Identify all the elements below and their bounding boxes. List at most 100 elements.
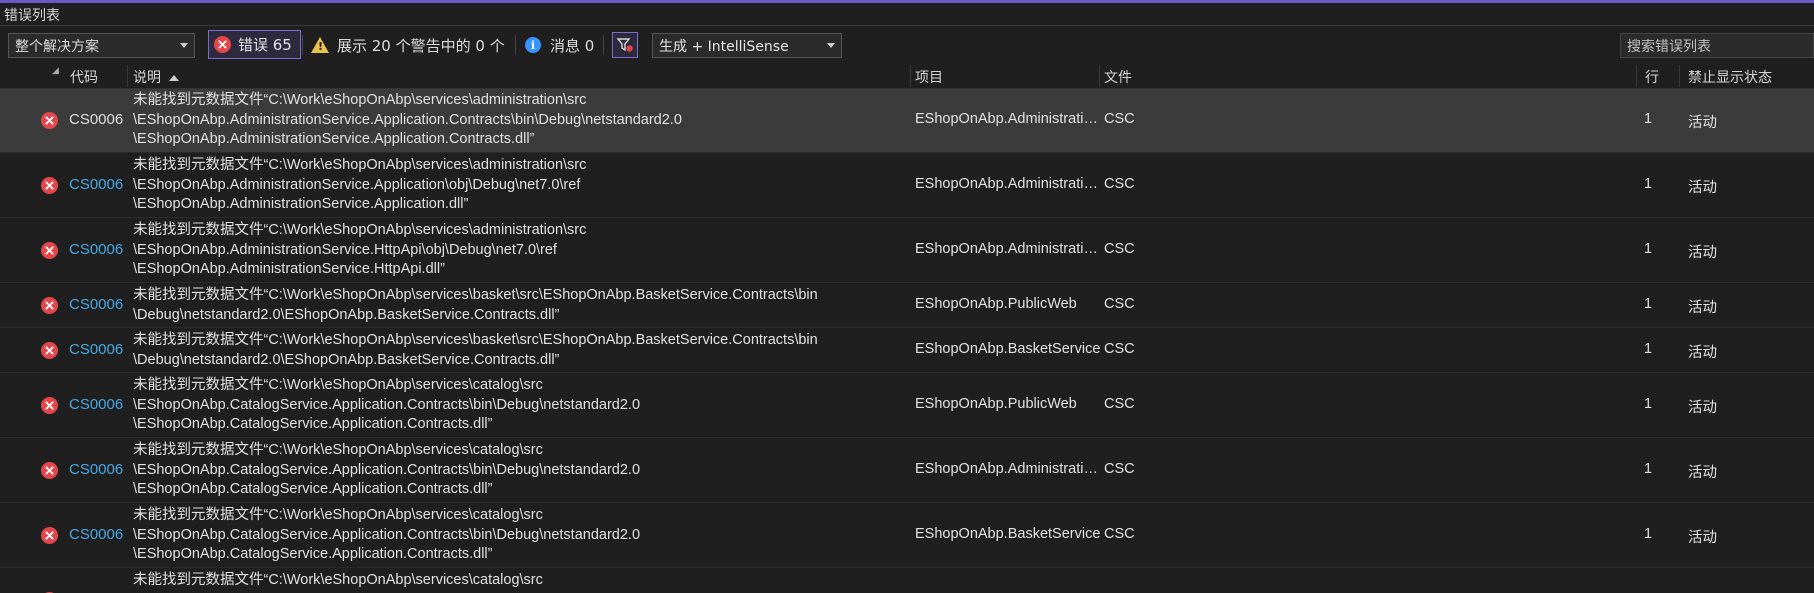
suppression-state: 活动: [1688, 345, 1717, 361]
table-row[interactable]: CS0006 未能找到元数据文件“C:\Work\eShopOnAbp\serv…: [0, 89, 1814, 153]
chevron-down-icon: [827, 43, 835, 48]
error-project: EShopOnAbp.PublicWeb: [915, 396, 1077, 412]
error-table-body: CS0006 未能找到元数据文件“C:\Work\eShopOnAbp\serv…: [0, 89, 1814, 593]
errors-filter-button[interactable]: 错误 65: [208, 30, 301, 59]
error-code[interactable]: CS0006: [69, 526, 123, 543]
sort-ascending-icon: [169, 75, 179, 81]
error-icon: [214, 36, 231, 53]
error-file: CSC: [1104, 341, 1135, 357]
table-row[interactable]: CS0006 未能找到元数据文件“C:\Work\eShopOnAbp\serv…: [0, 503, 1814, 568]
error-list-toolbar: 整个解决方案 错误 65 展示 20 个警告中的 0 个 i 消息 0 生成 +…: [0, 27, 1814, 62]
search-error-list-input[interactable]: [1620, 33, 1814, 58]
error-icon: [41, 462, 58, 479]
column-header-project[interactable]: 项目: [915, 67, 943, 87]
error-icon: [41, 297, 58, 314]
error-project: EShopOnAbp.AdministrationService: [915, 461, 1101, 477]
error-icon: [41, 397, 58, 414]
error-file: CSC: [1104, 526, 1135, 542]
error-icon: [41, 342, 58, 359]
error-line: 1: [1644, 111, 1653, 127]
error-description: 未能找到元数据文件“C:\Work\eShopOnAbp\services\ca…: [133, 507, 641, 562]
table-row[interactable]: CS0006 未能找到元数据文件“C:\Work\eShopOnAbp\serv…: [0, 283, 1814, 328]
column-header-suppression[interactable]: 禁止显示状态: [1688, 67, 1772, 87]
column-header-file[interactable]: 文件: [1104, 67, 1132, 87]
error-description: 未能找到元数据文件“C:\Work\eShopOnAbp\services\ad…: [133, 92, 682, 147]
column-divider[interactable]: [1679, 65, 1680, 87]
suppression-state: 活动: [1688, 530, 1717, 546]
error-line: 1: [1644, 396, 1653, 412]
suppression-state: 活动: [1688, 465, 1717, 481]
column-divider[interactable]: [1099, 65, 1100, 87]
error-description: 未能找到元数据文件“C:\Work\eShopOnAbp\services\ca…: [133, 442, 641, 497]
error-line: 1: [1644, 176, 1653, 192]
filter-toggle-button[interactable]: [612, 32, 638, 58]
error-description: 未能找到元数据文件“C:\Work\eShopOnAbp\services\ad…: [133, 157, 587, 212]
filter-icon: [616, 38, 633, 52]
table-row[interactable]: CS0006 未能找到元数据文件“C:\Work\eShopOnAbp\serv…: [0, 218, 1814, 283]
column-header-row: ◢ 代码 说明 项目 文件 行 禁止显示状态: [0, 62, 1814, 89]
error-line: 1: [1644, 241, 1653, 257]
errors-filter-label: 错误 65: [238, 36, 292, 54]
column-header-code[interactable]: 代码: [70, 67, 98, 87]
error-line: 1: [1644, 461, 1653, 477]
column-header-description[interactable]: 说明: [133, 67, 179, 87]
error-project: EShopOnAbp.AdministrationService: [915, 176, 1101, 192]
error-code[interactable]: CS0006: [69, 111, 123, 128]
build-source-dropdown[interactable]: 生成 + IntelliSense: [652, 33, 842, 58]
messages-filter-label: 消息 0: [550, 36, 595, 55]
error-description: 未能找到元数据文件“C:\Work\eShopOnAbp\services\ca…: [133, 377, 641, 432]
tool-window-titlebar: 错误列表: [0, 3, 1814, 26]
column-divider[interactable]: [127, 65, 128, 87]
error-project: EShopOnAbp.AdministrationService: [915, 111, 1101, 127]
error-description: 未能找到元数据文件“C:\Work\eShopOnAbp\services\ba…: [133, 287, 818, 323]
error-line: 1: [1644, 526, 1653, 542]
column-divider[interactable]: [1636, 65, 1637, 87]
table-row[interactable]: CS0006 未能找到元数据文件“C:\Work\eShopOnAbp\serv…: [0, 328, 1814, 373]
column-options-icon[interactable]: ◢: [52, 66, 59, 76]
error-project: EShopOnAbp.PublicWeb: [915, 296, 1077, 312]
suppression-state: 活动: [1688, 300, 1717, 316]
error-project: EShopOnAbp.BasketService: [915, 341, 1101, 357]
window-title: 错误列表: [4, 8, 60, 24]
scope-value: 整个解决方案: [15, 39, 99, 55]
error-file: CSC: [1104, 296, 1135, 312]
error-description: 未能找到元数据文件“C:\Work\eShopOnAbp\services\ca…: [133, 572, 543, 588]
error-icon: [41, 242, 58, 259]
warnings-filter-button[interactable]: 展示 20 个警告中的 0 个: [311, 33, 505, 57]
error-code[interactable]: CS0006: [69, 396, 123, 413]
column-divider[interactable]: [910, 65, 911, 87]
column-header-description-label: 说明: [133, 70, 161, 86]
error-code[interactable]: CS0006: [69, 241, 123, 258]
error-code[interactable]: CS0006: [69, 176, 123, 193]
suppression-state: 活动: [1688, 180, 1717, 196]
table-row[interactable]: CS0006 未能找到元数据文件“C:\Work\eShopOnAbp\serv…: [0, 153, 1814, 218]
error-project: EShopOnAbp.BasketService: [915, 526, 1101, 542]
error-description: 未能找到元数据文件“C:\Work\eShopOnAbp\services\ba…: [133, 332, 818, 368]
table-row[interactable]: CS0006 未能找到元数据文件“C:\Work\eShopOnAbp\serv…: [0, 438, 1814, 503]
error-icon: [41, 177, 58, 194]
error-description: 未能找到元数据文件“C:\Work\eShopOnAbp\services\ad…: [133, 222, 587, 277]
column-header-line[interactable]: 行: [1645, 67, 1659, 87]
warnings-filter-label: 展示 20 个警告中的 0 个: [337, 36, 505, 55]
error-project: EShopOnAbp.AdministrationService: [915, 241, 1101, 257]
scope-dropdown[interactable]: 整个解决方案: [8, 33, 195, 58]
chevron-down-icon: [180, 43, 188, 48]
info-icon: i: [525, 37, 541, 53]
error-code[interactable]: CS0006: [69, 461, 123, 478]
error-line: 1: [1644, 296, 1653, 312]
build-source-value: 生成 + IntelliSense: [659, 39, 789, 55]
messages-filter-button[interactable]: i 消息 0: [525, 33, 594, 57]
table-row[interactable]: 未能找到元数据文件“C:\Work\eShopOnAbp\services\ca…: [0, 568, 1814, 593]
toolbar-divider: [603, 35, 604, 55]
warning-icon: [311, 37, 329, 53]
table-row[interactable]: CS0006 未能找到元数据文件“C:\Work\eShopOnAbp\serv…: [0, 373, 1814, 438]
error-code[interactable]: CS0006: [69, 341, 123, 358]
error-icon: [41, 112, 58, 129]
error-file: CSC: [1104, 241, 1135, 257]
error-icon: [41, 527, 58, 544]
error-line: 1: [1644, 341, 1653, 357]
error-code[interactable]: CS0006: [69, 296, 123, 313]
error-file: CSC: [1104, 461, 1135, 477]
error-file: CSC: [1104, 176, 1135, 192]
suppression-state: 活动: [1688, 400, 1717, 416]
